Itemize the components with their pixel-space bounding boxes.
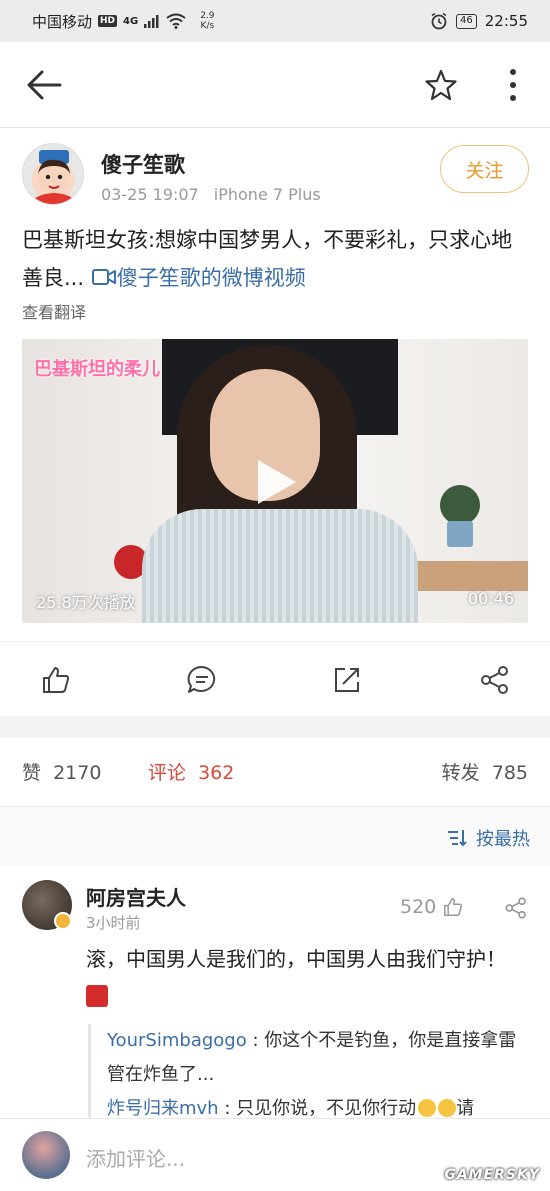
video-plant xyxy=(440,485,480,525)
alarm-icon xyxy=(431,12,447,30)
sort-bar: 按最热 xyxy=(0,806,550,866)
comment-like-button[interactable]: 520 xyxy=(400,896,464,918)
net-speed: 2.9 K/s xyxy=(200,11,214,31)
translate-link[interactable]: 查看翻译 xyxy=(22,299,86,323)
follow-button[interactable]: 关注 xyxy=(440,145,529,193)
comment-text: 滚，中国男人是我们的，中国男人由我们守护！ xyxy=(86,940,534,1016)
video-link-label: 傻子笙歌的微博视频 xyxy=(116,266,306,290)
battery-icon: 46 xyxy=(456,13,477,29)
likes-label: 赞 xyxy=(22,762,42,784)
sad-emoji-icon xyxy=(438,1099,457,1117)
weibo-post: 傻子笙歌 03-25 19:07 iPhone 7 Plus 关注 巴基斯坦女孩… xyxy=(0,128,550,716)
sort-icon xyxy=(448,830,467,847)
star-icon[interactable] xyxy=(423,67,459,103)
top-bar xyxy=(0,42,550,128)
post-device: iPhone 7 Plus xyxy=(213,185,321,204)
my-avatar[interactable] xyxy=(22,1131,70,1179)
comment-input[interactable]: 添加评论... xyxy=(86,1143,185,1172)
sort-label: 按最热 xyxy=(476,829,530,850)
more-options-icon[interactable] xyxy=(496,66,530,104)
reposts-label: 转发 xyxy=(441,762,480,784)
reply-user[interactable]: 炸号归来mvh xyxy=(107,1098,219,1118)
net-speed-value: 2.9 xyxy=(200,11,215,21)
video-caption: 巴基斯坦的柔儿 xyxy=(34,359,160,380)
post-text: 巴基斯坦女孩:想嫁中国梦男人，不要彩礼，只求心地善良... 傻子笙歌的微博视频 xyxy=(22,221,528,297)
post-stats: 赞 2170 评论 362 转发 785 xyxy=(0,738,550,806)
comment-body: 滚，中国男人是我们的，中国男人由我们守护！ xyxy=(86,947,506,971)
comment-time: 3小时前 xyxy=(86,914,141,932)
commenter-name[interactable]: 阿房宫夫人 xyxy=(86,882,186,911)
likes-count: 2170 xyxy=(53,762,102,784)
repost-icon[interactable] xyxy=(331,664,363,696)
share-icon[interactable] xyxy=(479,664,511,696)
comment-input-bar: 添加评论... GAMERSKY xyxy=(0,1118,550,1191)
comment-like-count: 520 xyxy=(400,896,437,918)
sad-emoji-icon xyxy=(418,1099,437,1117)
video-link[interactable]: 傻子笙歌的微博视频 xyxy=(91,266,306,290)
watermark: GAMERSKY xyxy=(444,1167,540,1183)
video-table xyxy=(412,561,528,591)
comments-tab[interactable]: 评论 362 xyxy=(148,758,234,785)
net-speed-unit: K/s xyxy=(200,21,215,31)
reply-item: YourSimbagogo : 你这个不是钓鱼，你是直接拿雷管在炸鱼了... xyxy=(107,1024,528,1092)
post-actions xyxy=(0,641,550,716)
video-player[interactable]: 巴基斯坦的柔儿 25.8万次播放 00:46 xyxy=(22,339,528,623)
back-arrow-icon[interactable] xyxy=(24,68,64,102)
reply-text: : 只见你说，不见你行动 xyxy=(224,1098,417,1118)
reply-user[interactable]: YourSimbagogo xyxy=(107,1030,247,1051)
comment-list: 阿房宫夫人 3小时前 520 滚，中国男人是我们的，中国男人由我们守护！ You… xyxy=(0,866,550,1118)
sort-button[interactable]: 按最热 xyxy=(446,825,530,851)
like-icon[interactable] xyxy=(40,664,72,696)
author-avatar[interactable] xyxy=(22,143,84,205)
post-meta: 03-25 19:07 iPhone 7 Plus xyxy=(101,185,321,204)
clock: 22:55 xyxy=(484,12,528,30)
comment-icon[interactable] xyxy=(186,664,218,696)
wifi-icon xyxy=(166,13,186,29)
reposts-count: 785 xyxy=(491,762,528,784)
video-camera-icon xyxy=(91,269,116,285)
hd-icon: HD xyxy=(98,15,118,27)
comment-share-icon[interactable] xyxy=(504,896,528,920)
post-date: 03-25 19:07 xyxy=(101,185,199,204)
status-bar: 中国移动 HD 4G 2.9 K/s 46 22:55 xyxy=(0,0,550,42)
comments-count: 362 xyxy=(198,762,235,784)
author-name[interactable]: 傻子笙歌 xyxy=(101,149,185,179)
avatar-illustration xyxy=(35,150,73,204)
video-duration: 00:46 xyxy=(467,589,514,608)
comment-like-icon xyxy=(444,897,463,917)
reply-item: 炸号归来mvh : 只见你说，不见你行动 请 xyxy=(107,1092,528,1118)
video-views: 25.8万次播放 xyxy=(36,593,136,612)
double-happiness-emoji-icon xyxy=(86,985,108,1007)
signal-bars-icon xyxy=(144,15,159,28)
reply-text-tail: 请 xyxy=(456,1098,475,1118)
video-person-shirt xyxy=(142,509,418,623)
comments-label: 评论 xyxy=(148,762,187,784)
verified-badge-icon xyxy=(54,912,72,930)
carrier-label: 中国移动 xyxy=(32,12,93,31)
likes-tab[interactable]: 赞 2170 xyxy=(22,758,101,785)
signal-label: 4G xyxy=(123,15,139,27)
reply-box[interactable]: YourSimbagogo : 你这个不是钓鱼，你是直接拿雷管在炸鱼了... 炸… xyxy=(88,1024,528,1118)
reposts-tab[interactable]: 转发 785 xyxy=(442,758,528,785)
play-icon[interactable] xyxy=(254,457,300,507)
video-pot xyxy=(447,521,473,547)
